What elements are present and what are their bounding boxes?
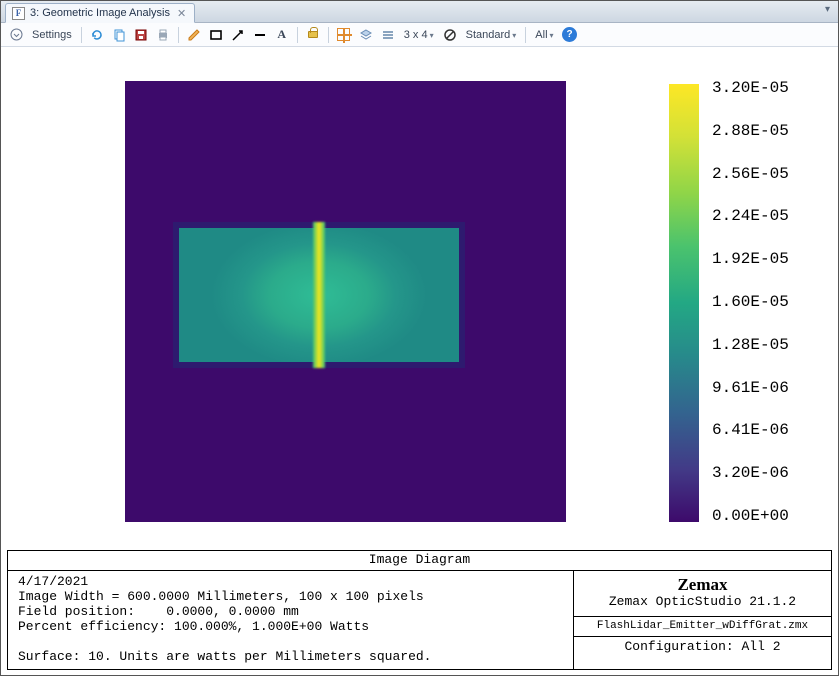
stack-icon[interactable] bbox=[379, 26, 397, 44]
info-efficiency: Percent efficiency: 100.000%, 1.000E+00 … bbox=[18, 619, 369, 634]
minimize-chevron-icon[interactable]: ▾ bbox=[825, 4, 830, 15]
cb-tick: 1.92E-05 bbox=[712, 250, 816, 268]
copy-icon[interactable] bbox=[110, 26, 128, 44]
no-symbol-icon[interactable] bbox=[441, 26, 459, 44]
heatmap[interactable] bbox=[125, 81, 566, 522]
line-tool-icon[interactable] bbox=[251, 26, 269, 44]
arrow-tool-icon[interactable] bbox=[229, 26, 247, 44]
cb-tick: 6.41E-06 bbox=[712, 421, 816, 439]
info-brand-block: Zemax Zemax OpticStudio 21.1.2 bbox=[574, 571, 831, 616]
grid-size-label: 3 x 4 bbox=[404, 29, 428, 41]
info-file: FlashLidar_Emitter_wDiffGrat.zmx bbox=[574, 617, 831, 637]
cb-tick: 0.00E+00 bbox=[712, 507, 816, 525]
print-icon[interactable] bbox=[154, 26, 172, 44]
grid-size-dropdown[interactable]: 3 x 4▾ bbox=[401, 29, 437, 41]
info-image-width: Image Width = 600.0000 Millimeters, 100 … bbox=[18, 589, 424, 604]
brand-name: Zemax bbox=[574, 575, 831, 595]
toolbar: Settings A 3 x 4▾ Standard▾ All▾ ? bbox=[1, 23, 838, 47]
cb-tick: 2.88E-05 bbox=[712, 122, 816, 140]
colorbar bbox=[669, 84, 699, 522]
refresh-icon[interactable] bbox=[88, 26, 106, 44]
text-tool-icon[interactable]: A bbox=[273, 26, 291, 44]
cb-tick: 1.28E-05 bbox=[712, 336, 816, 354]
cb-tick: 2.24E-05 bbox=[712, 207, 816, 225]
settings-button[interactable]: Settings bbox=[29, 29, 75, 41]
save-icon[interactable] bbox=[132, 26, 150, 44]
close-icon[interactable]: ✕ bbox=[177, 7, 186, 20]
rect-tool-icon[interactable] bbox=[207, 26, 225, 44]
window-tab[interactable]: F 3: Geometric Image Analysis ✕ bbox=[5, 3, 195, 23]
layers-icon[interactable] bbox=[357, 26, 375, 44]
product-version: Zemax OpticStudio 21.1.2 bbox=[574, 595, 831, 610]
cb-tick: 3.20E-06 bbox=[712, 464, 816, 482]
cb-tick: 1.60E-05 bbox=[712, 293, 816, 311]
panel-title: Image Diagram bbox=[8, 551, 831, 571]
info-panel: Image Diagram 4/17/2021 Image Width = 60… bbox=[7, 550, 832, 670]
cb-tick: 2.56E-05 bbox=[712, 165, 816, 183]
help-icon[interactable]: ? bbox=[561, 26, 579, 44]
config-filter-label: All bbox=[535, 29, 547, 41]
app-icon: F bbox=[12, 7, 25, 20]
config-filter-dropdown[interactable]: All▾ bbox=[532, 29, 556, 41]
tab-title: 3: Geometric Image Analysis bbox=[30, 7, 170, 19]
colorbar-ticks: 3.20E-05 2.88E-05 2.56E-05 2.24E-05 1.92… bbox=[712, 79, 816, 525]
render-mode-label: Standard bbox=[466, 29, 511, 41]
cb-tick: 3.20E-05 bbox=[712, 79, 816, 97]
autofit-icon[interactable] bbox=[335, 26, 353, 44]
tab-bar: F 3: Geometric Image Analysis ✕ ▾ bbox=[1, 1, 838, 23]
expand-settings-icon[interactable] bbox=[7, 26, 25, 44]
heatmap-bg bbox=[125, 81, 566, 522]
info-left: 4/17/2021 Image Width = 600.0000 Millime… bbox=[8, 571, 573, 669]
render-mode-dropdown[interactable]: Standard▾ bbox=[463, 29, 520, 41]
info-surface: Surface: 10. Units are watts per Millime… bbox=[18, 649, 431, 664]
plot-area: 3.20E-05 2.88E-05 2.56E-05 2.24E-05 1.92… bbox=[1, 47, 838, 543]
info-date: 4/17/2021 bbox=[18, 574, 88, 589]
lock-icon[interactable] bbox=[304, 26, 322, 44]
cb-tick: 9.61E-06 bbox=[712, 379, 816, 397]
info-field-pos: Field position: 0.0000, 0.0000 mm bbox=[18, 604, 299, 619]
pencil-icon[interactable] bbox=[185, 26, 203, 44]
heatmap-centerline bbox=[313, 222, 325, 368]
info-config: Configuration: All 2 bbox=[574, 637, 831, 658]
